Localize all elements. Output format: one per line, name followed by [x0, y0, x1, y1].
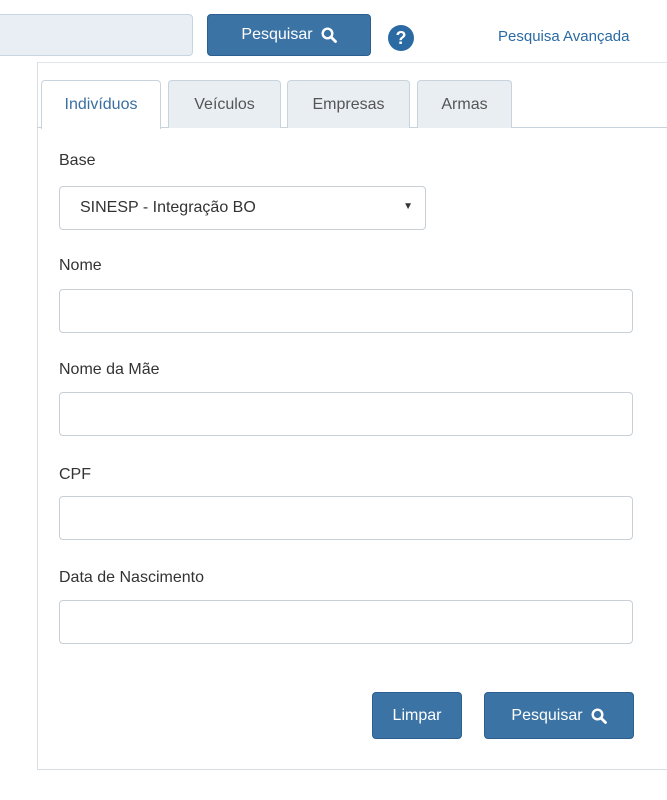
- submit-search-button[interactable]: Pesquisar: [484, 692, 634, 739]
- nome-mae-label: Nome da Mãe: [59, 361, 160, 378]
- tab-individuos[interactable]: Indivíduos: [41, 80, 161, 129]
- clear-button[interactable]: Limpar: [372, 692, 462, 739]
- tab-veiculos[interactable]: Veículos: [168, 80, 281, 128]
- nome-label: Nome: [59, 257, 102, 274]
- base-select[interactable]: SINESP - Integração BO ▼: [59, 186, 426, 230]
- tab-bar: Indivíduos Veículos Empresas Armas: [41, 80, 661, 129]
- cpf-label: CPF: [59, 466, 91, 483]
- nome-input[interactable]: [59, 289, 633, 333]
- cpf-input[interactable]: [59, 496, 633, 540]
- top-search-button-label: Pesquisar: [241, 26, 313, 43]
- tab-empresas[interactable]: Empresas: [287, 80, 410, 128]
- search-icon: [321, 27, 337, 43]
- data-nascimento-label: Data de Nascimento: [59, 569, 204, 586]
- advanced-search-link[interactable]: Pesquisa Avançada: [498, 28, 630, 45]
- base-label: Base: [59, 152, 96, 169]
- top-search-button[interactable]: Pesquisar: [207, 14, 371, 56]
- dropdown-caret-icon: ▼: [403, 201, 413, 212]
- quick-search-input[interactable]: [0, 14, 193, 56]
- tab-armas[interactable]: Armas: [417, 80, 512, 128]
- nome-mae-input[interactable]: [59, 392, 633, 436]
- search-icon: [591, 707, 607, 724]
- base-select-value: SINESP - Integração BO: [80, 199, 256, 216]
- submit-search-button-label: Pesquisar: [511, 706, 583, 724]
- clear-button-label: Limpar: [392, 706, 442, 724]
- data-nascimento-input[interactable]: [59, 600, 633, 644]
- question-circle-icon[interactable]: ?: [388, 25, 414, 51]
